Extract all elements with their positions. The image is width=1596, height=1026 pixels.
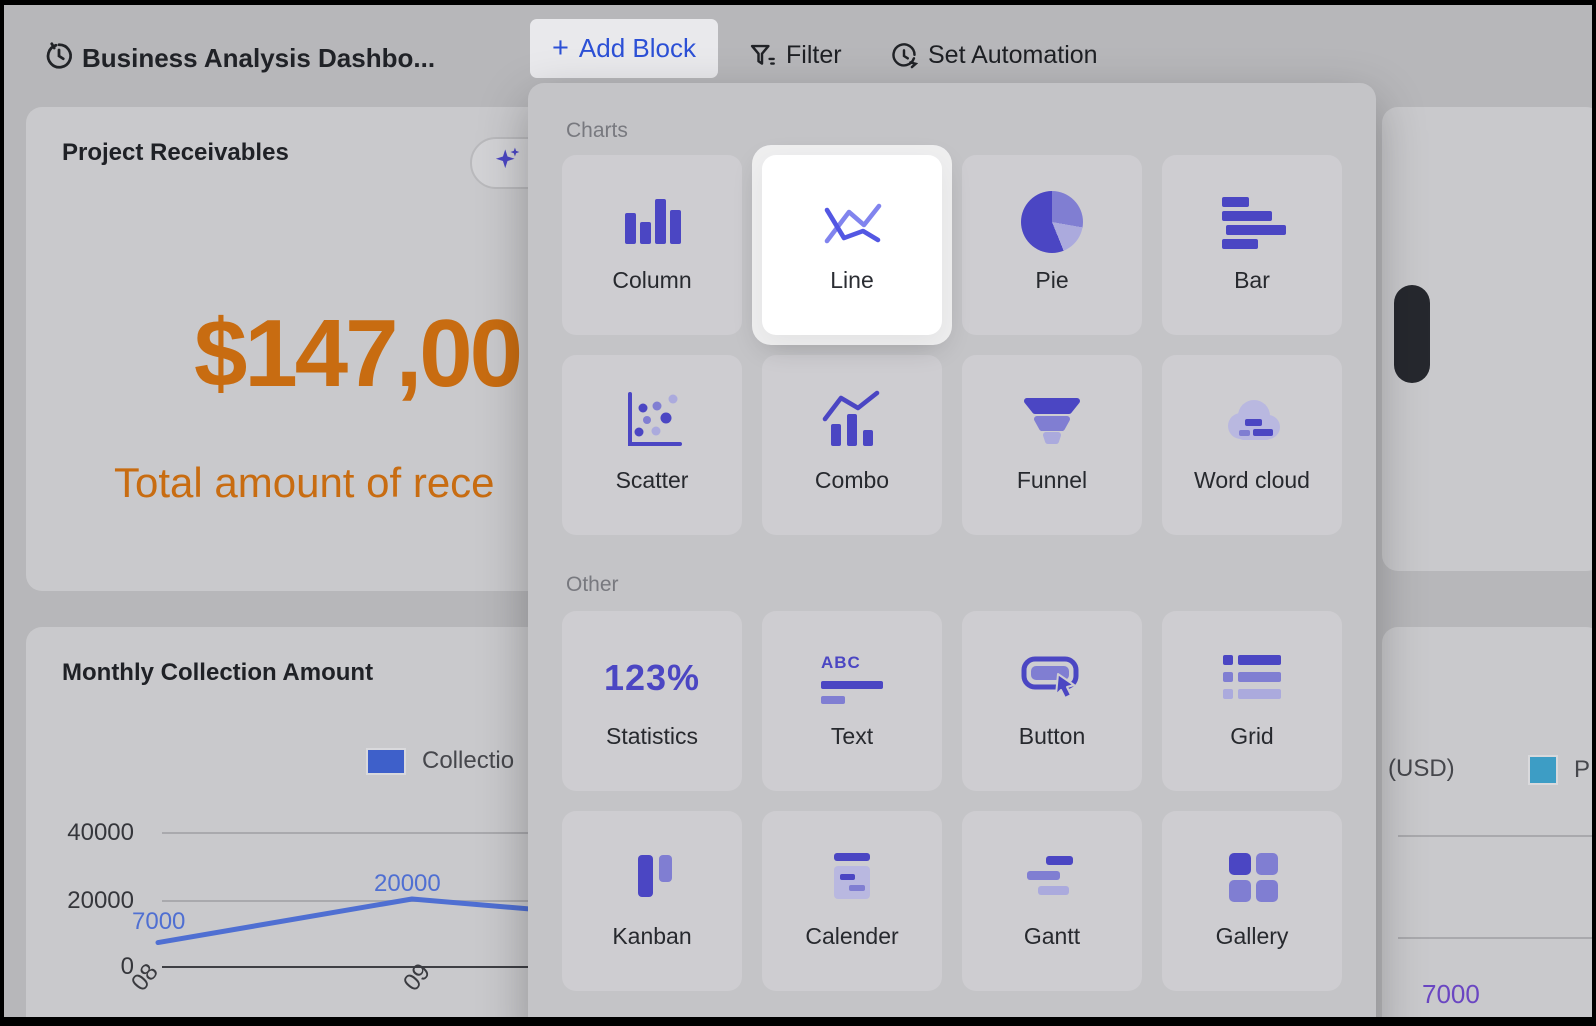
tile-label: Word cloud	[1194, 467, 1310, 493]
tile-gantt[interactable]: Gantt	[962, 811, 1142, 991]
title-usd-fragment: (USD)	[1388, 755, 1455, 782]
tile-label: Kanban	[612, 923, 692, 949]
x-tick-09: 09	[398, 958, 436, 997]
right-top-stat-card	[1382, 107, 1592, 571]
pie-chart-icon	[1021, 183, 1083, 261]
combo-chart-icon	[816, 383, 888, 461]
tile-label: Combo	[814, 467, 890, 493]
tile-label: Pie	[1035, 267, 1069, 293]
kanban-block-icon	[616, 839, 688, 917]
app-screen: Business Analysis Dashbo... + Add Block …	[4, 5, 1592, 1017]
tile-column[interactable]: Column	[562, 155, 742, 335]
tile-statistics[interactable]: 123% Statistics	[562, 611, 742, 791]
sparkle-icon	[492, 145, 522, 181]
gridline	[1398, 937, 1592, 939]
button-block-icon	[1016, 639, 1088, 717]
gridline	[1398, 835, 1592, 837]
tile-kanban[interactable]: Kanban	[562, 811, 742, 991]
receivables-subtitle: Total amount of rece	[114, 459, 495, 506]
tile-text[interactable]: ABC Text	[762, 611, 942, 791]
funnel-chart-icon	[1016, 383, 1088, 461]
statistics-icon: 123%	[603, 657, 701, 698]
chart-legend[interactable]: Collectio	[366, 747, 514, 775]
chart-title-fragment-row: (USD)	[1388, 755, 1455, 783]
tile-label: Scatter	[615, 467, 689, 493]
plus-icon: +	[551, 32, 569, 64]
tile-label: Statistics	[605, 723, 699, 749]
set-automation-label: Set Automation	[928, 41, 1098, 69]
line-chart-icon	[816, 183, 888, 261]
tile-pie[interactable]: Pie	[962, 155, 1142, 335]
page-title: Business Analysis Dashbo...	[82, 43, 436, 73]
section-label-charts: Charts	[566, 119, 628, 142]
tile-funnel[interactable]: Funnel	[962, 355, 1142, 535]
data-label-20000: 20000	[374, 870, 441, 897]
add-block-popup: Charts Column Line Pie Bar Scatter Combo …	[528, 83, 1376, 1017]
tile-label: Column	[612, 267, 692, 293]
automation-clock-icon	[890, 42, 918, 70]
legend-swatch-teal	[1528, 755, 1558, 785]
scatter-chart-icon	[616, 383, 688, 461]
add-block-label: Add Block	[578, 33, 696, 63]
filter-button[interactable]: Filter	[748, 41, 842, 70]
y-tick-40000: 40000	[67, 819, 134, 846]
legend-label: Collectio	[422, 747, 515, 774]
tile-bar[interactable]: Bar	[1162, 155, 1342, 335]
gallery-block-icon	[1216, 839, 1288, 917]
chart-legend[interactable]: P	[1528, 755, 1590, 785]
tile-label: Calender	[805, 923, 899, 949]
bar-chart-icon	[1216, 183, 1288, 261]
tile-label: Grid	[1230, 723, 1274, 749]
tile-calender[interactable]: Calender	[762, 811, 942, 991]
tile-label: Bar	[1234, 267, 1270, 293]
right-bottom-chart-card: (USD) P 7000	[1382, 627, 1592, 1017]
section-label-other: Other	[566, 573, 619, 596]
tile-grid: Column Line Pie Bar Scatter Combo Funnel …	[562, 145, 1342, 535]
filter-funnel-icon	[748, 42, 776, 70]
tile-button[interactable]: Button	[962, 611, 1142, 791]
tile-grid[interactable]: Grid	[1162, 611, 1342, 791]
column-chart-icon	[616, 183, 688, 261]
tile-scatter[interactable]: Scatter	[562, 355, 742, 535]
data-label-7000: 7000	[132, 908, 186, 935]
data-label-7000-purple: 7000	[1422, 979, 1480, 1009]
tile-word-cloud[interactable]: Word cloud	[1162, 355, 1342, 535]
filter-label: Filter	[786, 41, 842, 69]
tile-gallery[interactable]: Gallery	[1162, 811, 1342, 991]
card-title: Project Receivables	[62, 139, 289, 166]
tile-grid: 123% Statistics ABC Text Button Grid Kanban…	[562, 611, 1342, 991]
tile-label: Line	[830, 267, 874, 293]
legend-swatch-blue	[366, 747, 406, 775]
receivables-amount: $147,00	[194, 300, 523, 407]
grid-block-icon	[1216, 639, 1288, 717]
add-block-button[interactable]: + Add Block	[530, 19, 718, 78]
history-clock-icon	[44, 41, 74, 71]
y-tick-0: 0	[120, 953, 134, 980]
tile-combo[interactable]: Combo	[762, 355, 942, 535]
word-cloud-icon	[1216, 383, 1288, 461]
y-tick-20000: 20000	[67, 887, 134, 914]
tile-label: Funnel	[1016, 467, 1088, 493]
text-block-icon: ABC	[821, 639, 883, 717]
tile-label: Gantt	[1023, 923, 1081, 949]
card-title: Monthly Collection Amount	[62, 659, 374, 686]
gantt-block-icon	[1016, 839, 1088, 917]
tile-label: Gallery	[1215, 923, 1289, 949]
set-automation-button[interactable]: Set Automation	[890, 41, 1098, 70]
version-history-button[interactable]	[44, 41, 74, 71]
tile-line[interactable]: Line	[752, 145, 952, 345]
tile-label: Text	[830, 723, 874, 749]
clipped-large-digit	[1394, 285, 1430, 383]
tile-label: Button	[1018, 723, 1086, 749]
legend-label-fragment: P	[1574, 756, 1591, 783]
calendar-block-icon	[816, 839, 888, 917]
